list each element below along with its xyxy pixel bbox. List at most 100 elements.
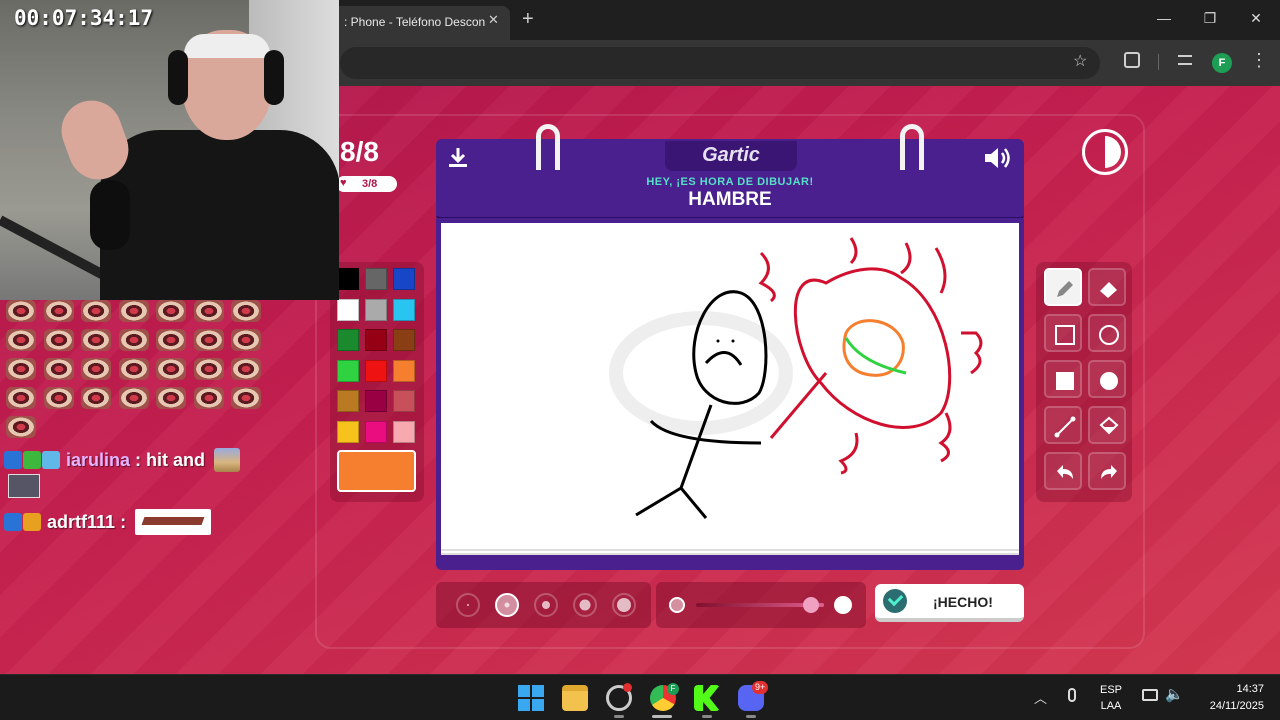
chat-emote bbox=[6, 358, 36, 380]
contrast-toggle-button[interactable] bbox=[1082, 129, 1128, 175]
tray-chevron-icon[interactable]: ︿ bbox=[1034, 688, 1047, 707]
circle-outline-tool-button[interactable] bbox=[1088, 314, 1126, 352]
recording-indicator bbox=[623, 683, 632, 692]
menu-kebab-icon[interactable]: ⋮ bbox=[1250, 50, 1268, 71]
chat-emote bbox=[6, 416, 36, 438]
volume-icon[interactable]: 🔈 bbox=[1165, 685, 1184, 703]
gartic-logo: Gartic bbox=[665, 141, 797, 171]
progress-pill: ♥ 3/8 bbox=[336, 176, 397, 192]
color-swatch[interactable] bbox=[337, 329, 359, 351]
restore-button[interactable]: ❐ bbox=[1200, 10, 1220, 27]
fill-bucket-tool-button[interactable] bbox=[1088, 406, 1126, 444]
brush-size-option[interactable] bbox=[573, 593, 597, 617]
color-swatch[interactable] bbox=[365, 359, 387, 382]
color-swatch[interactable] bbox=[337, 390, 359, 412]
media-control-icon[interactable] bbox=[1178, 55, 1192, 65]
opacity-slider-knob[interactable] bbox=[803, 597, 820, 613]
color-swatch[interactable] bbox=[365, 390, 387, 412]
rectangle-filled-tool-button[interactable] bbox=[1044, 360, 1082, 398]
notebook-ring-left bbox=[536, 124, 560, 170]
chat-emote bbox=[118, 329, 149, 351]
chat-emote bbox=[43, 300, 74, 322]
bookmark-star-icon[interactable]: ☆ bbox=[1073, 51, 1087, 71]
done-button[interactable]: ¡HECHO! bbox=[875, 584, 1024, 622]
windows-start-icon[interactable] bbox=[518, 685, 544, 711]
file-explorer-icon[interactable] bbox=[562, 685, 588, 711]
color-swatch[interactable] bbox=[365, 268, 387, 290]
undo-icon bbox=[1057, 465, 1073, 479]
browser-tab[interactable]: : Phone - Teléfono Descon bbox=[330, 6, 510, 40]
thought-bubble bbox=[793, 267, 952, 429]
chat-message: adrtf111 : bbox=[4, 509, 212, 535]
brush-size-option[interactable] bbox=[534, 593, 558, 617]
clock-time[interactable]: 14:37 bbox=[1196, 683, 1264, 695]
color-swatch[interactable] bbox=[337, 359, 359, 382]
color-swatch[interactable] bbox=[393, 329, 415, 351]
line-tool-button[interactable] bbox=[1044, 406, 1082, 444]
brush-size-option[interactable] bbox=[612, 593, 636, 617]
color-swatch[interactable] bbox=[393, 420, 415, 443]
network-icon[interactable] bbox=[1142, 689, 1158, 701]
kick-icon[interactable] bbox=[694, 685, 720, 711]
chat-text: : hit and bbox=[130, 450, 211, 470]
keyboard-layout[interactable]: LAA bbox=[1098, 700, 1124, 712]
circle-filled-tool-button[interactable] bbox=[1088, 360, 1126, 398]
color-swatch[interactable] bbox=[393, 268, 415, 290]
creeper-badge-icon bbox=[23, 451, 41, 469]
headphone-left bbox=[168, 50, 188, 105]
input-language[interactable]: ESP bbox=[1098, 684, 1124, 696]
color-swatch[interactable] bbox=[365, 298, 387, 321]
eraser-icon bbox=[1100, 282, 1117, 298]
prompt-label: HEY, ¡ES HORA DE DIBUJAR! bbox=[646, 176, 814, 188]
pencil-icon bbox=[1057, 281, 1073, 297]
brush-size-option[interactable] bbox=[495, 593, 519, 617]
contrast-icon bbox=[1105, 136, 1121, 168]
chat-emote bbox=[156, 300, 186, 322]
rectangle-filled-icon bbox=[1056, 372, 1074, 390]
color-swatch[interactable] bbox=[393, 359, 415, 382]
sound-icon[interactable] bbox=[983, 146, 1013, 170]
watermark-logo bbox=[609, 311, 793, 435]
redo-icon bbox=[1101, 465, 1117, 479]
undo-tool-button[interactable] bbox=[1044, 452, 1082, 490]
new-tab-button[interactable]: + bbox=[522, 8, 534, 31]
profile-avatar[interactable]: F bbox=[1212, 53, 1232, 73]
clock-date[interactable]: 24/11/2025 bbox=[1196, 700, 1264, 712]
tab-close-icon[interactable]: ✕ bbox=[488, 12, 499, 28]
round-counter: 8/8 bbox=[340, 136, 379, 167]
color-swatch[interactable] bbox=[365, 420, 387, 443]
chat-emote bbox=[81, 329, 111, 351]
redo-tool-button[interactable] bbox=[1088, 452, 1126, 490]
current-color-swatch[interactable] bbox=[337, 450, 416, 492]
eraser-tool-button[interactable] bbox=[1088, 268, 1126, 306]
brush-size-option[interactable] bbox=[456, 593, 480, 617]
opacity-bar bbox=[656, 582, 866, 628]
stick-figure-head bbox=[692, 290, 768, 405]
color-swatch[interactable] bbox=[337, 420, 359, 443]
chat-emote bbox=[193, 387, 224, 409]
color-swatch[interactable] bbox=[337, 298, 359, 321]
webcam-overlay bbox=[0, 0, 339, 300]
color-swatch[interactable] bbox=[393, 298, 415, 321]
moderator-badge-icon bbox=[4, 451, 22, 469]
color-swatch[interactable] bbox=[393, 390, 415, 412]
drawing-canvas[interactable] bbox=[441, 223, 1019, 555]
extensions-icon[interactable] bbox=[1124, 52, 1140, 68]
chat-emote bbox=[231, 358, 261, 380]
color-swatch[interactable] bbox=[337, 268, 359, 290]
download-icon[interactable] bbox=[447, 146, 469, 168]
chat-emote bbox=[81, 300, 111, 322]
chat-username: iarulina bbox=[66, 450, 131, 470]
crown-badge-icon bbox=[23, 513, 41, 531]
color-swatch[interactable] bbox=[365, 329, 387, 351]
address-bar[interactable] bbox=[340, 47, 1100, 79]
minimize-button[interactable]: — bbox=[1154, 10, 1174, 26]
pencil-tool-button[interactable] bbox=[1044, 268, 1082, 306]
notebook-ring-right bbox=[900, 124, 924, 170]
window-close-button[interactable]: ✕ bbox=[1246, 10, 1266, 27]
microphone-icon[interactable] bbox=[1068, 688, 1076, 702]
rectangle-outline-tool-button[interactable] bbox=[1044, 314, 1082, 352]
chat-emote bbox=[118, 358, 149, 380]
active-app-indicator bbox=[652, 715, 672, 718]
chat-emote bbox=[193, 300, 224, 322]
